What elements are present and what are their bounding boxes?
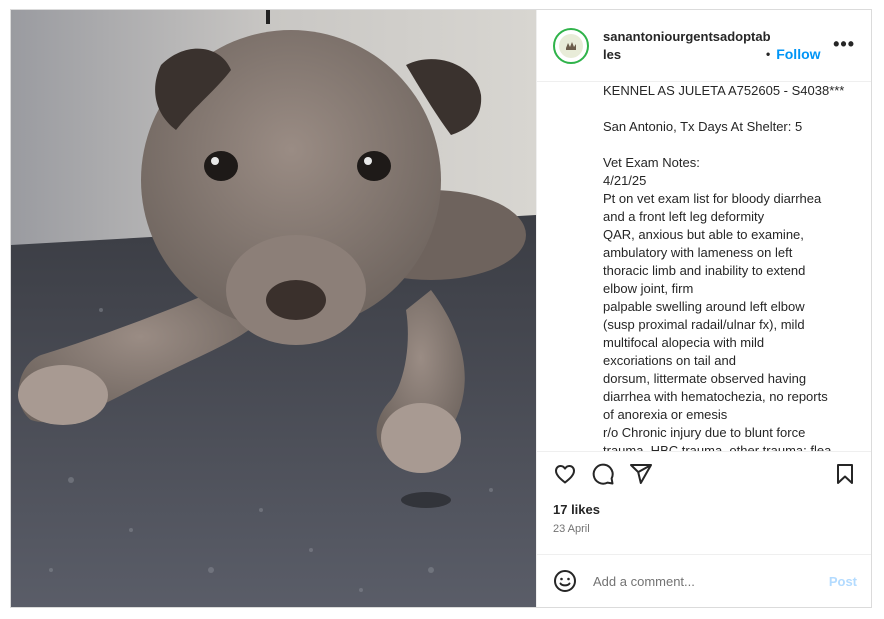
comment-icon[interactable] [591,462,615,486]
post-header: sanantoniourgentsadoptables • Follow ••• [537,10,871,82]
separator-dot: • [766,47,771,61]
post-dialog: sanantoniourgentsadoptables • Follow •••… [10,9,872,608]
bookmark-icon[interactable] [833,462,857,486]
post-sidebar: sanantoniourgentsadoptables • Follow •••… [536,10,871,607]
likes-count[interactable]: 17 likes [537,496,871,520]
more-icon[interactable]: ••• [833,34,855,55]
puppy-photo [11,10,536,607]
follow-button[interactable]: Follow [776,46,820,62]
logo-icon [559,33,583,58]
post-caption: KENNEL AS JULETA A752605 - S4038*** San … [537,82,871,452]
emoji-icon[interactable] [553,569,577,593]
action-bar [537,452,871,496]
comment-bar: Post [537,554,871,607]
follow-area: • Follow [766,46,821,62]
avatar[interactable] [553,27,589,64]
post-comment-button[interactable]: Post [829,574,857,589]
username[interactable]: sanantoniourgentsadoptables [603,28,773,64]
share-icon[interactable] [629,462,653,486]
post-date[interactable]: 23 April [537,520,871,543]
post-image[interactable] [11,10,536,607]
comment-input[interactable] [591,572,829,590]
heart-icon[interactable] [553,462,577,486]
